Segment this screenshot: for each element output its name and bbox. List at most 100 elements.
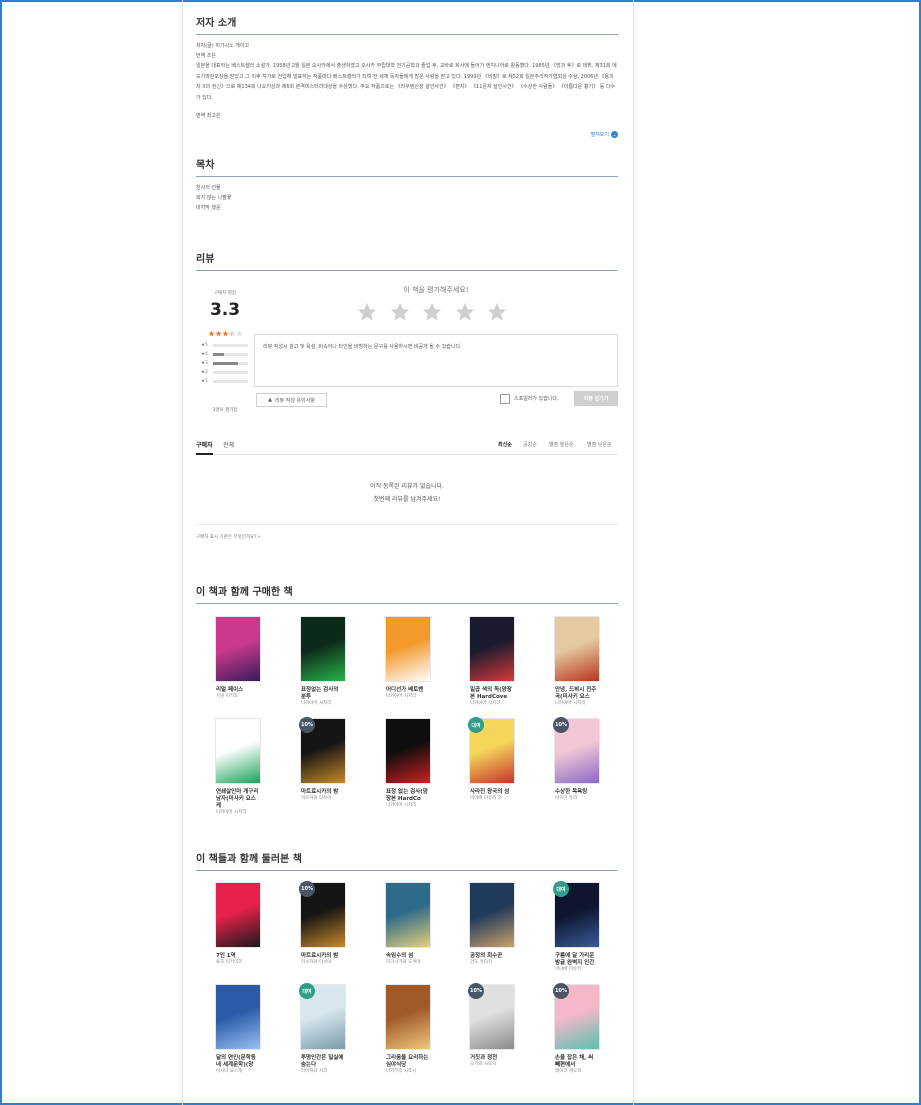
book-title[interactable]: 투명인간은 밀실에 숨는다 <box>301 1055 345 1069</box>
book-item[interactable]: 리얼 페이스 치넨 미키토 <box>196 617 260 700</box>
book-title[interactable]: 거짓과 정전 <box>470 1055 514 1062</box>
book-title[interactable]: 속임수의 섬 <box>386 953 430 960</box>
book-title[interactable]: 수상한 목욕탕 <box>555 789 599 796</box>
book-title[interactable]: 손을 잡은 채, 써 빼편에서 <box>555 1055 599 1069</box>
tab-buyer[interactable]: 구매자 <box>196 440 213 455</box>
book-badge: 10% <box>299 881 315 897</box>
book-title[interactable]: 표정 없는 검사(양장본 HardCo <box>386 789 430 803</box>
review-section: 리뷰 <box>196 250 618 271</box>
book-cover[interactable]: 10% <box>299 881 345 947</box>
book-cover[interactable] <box>216 719 260 783</box>
book-author: 나카야마 시치리 <box>301 701 332 706</box>
sort-likes[interactable]: 공감순 <box>523 441 537 448</box>
book-title[interactable]: 안녕, 드뷔시 전주곡(미사키 요스 <box>555 687 599 701</box>
book-cover[interactable] <box>555 617 599 681</box>
rating-summary: 구매자 별점 3.3 <box>196 290 254 341</box>
tab-all[interactable]: 전체 <box>223 440 234 449</box>
rating-label: 구매자 별점 <box>213 291 237 296</box>
book-title[interactable]: 7인 1역 <box>216 953 260 960</box>
book-item[interactable]: 공정의 회수꾼 안도 유타카 <box>450 883 514 966</box>
book-item[interactable]: 7인 1역 류조 미키미코 <box>196 883 260 966</box>
submit-review-button[interactable]: 리뷰 남기기 <box>574 391 618 406</box>
rate-star-icon[interactable] <box>454 301 476 327</box>
distribution-row: ★4 <box>201 350 248 359</box>
sort-rating-high[interactable]: 별점 높은순 <box>549 441 574 448</box>
book-item[interactable]: 표정 없는 검사(양장본 HardCo 나카야마 시치리 <box>366 719 430 809</box>
book-title[interactable]: 마트료시카의 밤 <box>301 789 345 796</box>
book-cover[interactable]: 대여 <box>299 983 345 1049</box>
book-item[interactable]: 일곱 색의 독(양장본 HardCove 나카야마 시치리 <box>450 617 514 707</box>
buyer-criteria-link[interactable]: 구매자 표시 기준은 무엇인가요? » <box>196 534 261 540</box>
toc-section: 목차 천사의 선물 희지 않는 나팔꽃 마지막 행운 <box>196 156 618 213</box>
book-title[interactable]: 사라진 왕국의 성 <box>470 789 514 796</box>
book-author: 나카야마 시치리 <box>555 701 586 706</box>
book-item[interactable]: 10% 손을 잡은 채, 써 빼편에서 레이코 세오코 <box>535 983 599 1075</box>
book-cover[interactable] <box>386 617 430 681</box>
rate-star-icon[interactable] <box>486 301 508 327</box>
book-cover[interactable]: 대여 <box>553 881 599 947</box>
distribution-bar <box>213 344 248 347</box>
review-textarea[interactable]: 리뷰 작성시 광고 및 욕설, 비속어나 타인을 비방하는 문구를 사용하시면 … <box>254 334 618 387</box>
book-item[interactable]: 10% 마트료시카의 밤 미쓰카와 다쓰야 <box>281 717 345 802</box>
book-item[interactable]: 안녕, 드뷔시 전주곡(미사키 요스 나카야마 시치리 <box>535 617 599 707</box>
viewed-together-title: 이 책들과 함께 둘러본 책 <box>196 850 618 871</box>
rating-star-icon <box>215 322 222 341</box>
rate-star-icon[interactable] <box>389 301 411 327</box>
sort-latest[interactable]: 최신순 <box>498 441 512 448</box>
distribution-fill <box>213 353 224 356</box>
book-item[interactable]: 어디선가 베토벤 나카야마 시치리 <box>366 617 430 700</box>
book-title[interactable]: 구름에 달 가리운 밤글 완벽지 인간 <box>555 953 599 967</box>
book-item[interactable]: 대여 구름에 달 가리운 밤글 완벽지 인간 미야베 미유키 <box>535 881 599 973</box>
book-item[interactable]: 연쇄살인마 개구리남자(미사키 요스케 나카야마 시치리 <box>196 719 260 816</box>
book-cover[interactable] <box>386 719 430 783</box>
book-cover[interactable] <box>301 617 345 681</box>
book-cover[interactable] <box>470 883 514 947</box>
author-more-link[interactable]: 펼쳐보기 ⌄ <box>591 131 618 138</box>
spoiler-checkbox[interactable] <box>500 393 510 404</box>
book-cover[interactable]: 10% <box>299 717 345 783</box>
book-item[interactable]: 그리움을 요리하는 심야식당 나카무라 사토시 <box>366 985 430 1075</box>
book-title[interactable]: 마트료시카의 밤 <box>301 953 345 960</box>
book-author: 미쓰카와 다쓰야 <box>301 960 332 965</box>
book-title[interactable]: 어디선가 베토벤 <box>386 687 430 694</box>
review-guide-button[interactable]: ▲ 리뷰 작성 유의사항 <box>256 393 327 407</box>
rate-star-icon[interactable] <box>356 301 378 327</box>
book-cover[interactable]: 10% <box>468 983 514 1049</box>
book-item[interactable]: 속임수의 섬 히가시가와 도쿠야 <box>366 883 430 966</box>
book-title[interactable]: 리얼 페이스 <box>216 687 260 694</box>
book-author: 아사다 요스케 <box>216 1069 243 1074</box>
empty-line-1: 아직 등록된 리뷰가 없습니다. <box>370 483 444 490</box>
sort-rating-low[interactable]: 별점 낮은순 <box>587 441 612 448</box>
book-badge: 10% <box>553 983 569 999</box>
book-item[interactable]: 달의 연인(문학동네 세계문학)(양 아사다 요스케 <box>196 985 260 1075</box>
book-cover[interactable] <box>470 617 514 681</box>
book-title[interactable]: 연쇄살인마 개구리남자(미사키 요스케 <box>216 789 260 810</box>
book-cover[interactable] <box>386 883 430 947</box>
spoiler-checkbox-row[interactable]: 스포일러가 있습니다. <box>500 393 559 404</box>
book-cover[interactable] <box>386 985 430 1049</box>
book-item[interactable]: 표정없는 검사의 분투 나카야마 시치리 <box>281 617 345 707</box>
bought-together-title: 이 책과 함께 구매한 책 <box>196 583 618 604</box>
rate-star-icon[interactable] <box>421 301 443 327</box>
distribution-label: ★3 <box>201 361 208 366</box>
book-item[interactable]: 대여 투명인간은 밀실에 숨는다 아이자와 사코 <box>281 983 345 1075</box>
book-title[interactable]: 일곱 색의 독(양장본 HardCove <box>470 687 514 701</box>
book-title[interactable]: 그리움을 요리하는 심야식당 <box>386 1055 430 1069</box>
toc-item: 마지막 행운 <box>196 205 221 211</box>
book-cover[interactable] <box>216 985 260 1049</box>
book-title[interactable]: 공정의 회수꾼 <box>470 953 514 960</box>
book-item[interactable]: 10% 마트료시카의 밤 미쓰카와 다쓰야 <box>281 881 345 966</box>
book-item[interactable]: 10% 거짓과 정전 모기와 사토시 <box>450 983 514 1068</box>
book-cover[interactable] <box>216 617 260 681</box>
book-cover[interactable] <box>216 883 260 947</box>
book-item[interactable]: 10% 수상한 목욕탕 아즈마 유리 <box>535 717 599 802</box>
author-section: 저자 소개 저자(글) 히가시노 게이고 번역 조은 일본을 대표하는 베스트셀… <box>196 14 618 121</box>
book-title[interactable]: 표정없는 검사의 분투 <box>301 687 345 701</box>
distribution-label: ★5 <box>201 343 208 348</box>
book-item[interactable]: 대여 사라진 왕국의 성 미야베 미유키 외 <box>450 717 514 802</box>
book-cover[interactable]: 10% <box>553 717 599 783</box>
book-title[interactable]: 달의 연인(문학동네 세계문학)(양 <box>216 1055 260 1069</box>
author-line: 저자(글) 히가시노 게이고 <box>196 43 250 49</box>
book-cover[interactable]: 10% <box>553 983 599 1049</box>
book-cover[interactable]: 대여 <box>468 717 514 783</box>
